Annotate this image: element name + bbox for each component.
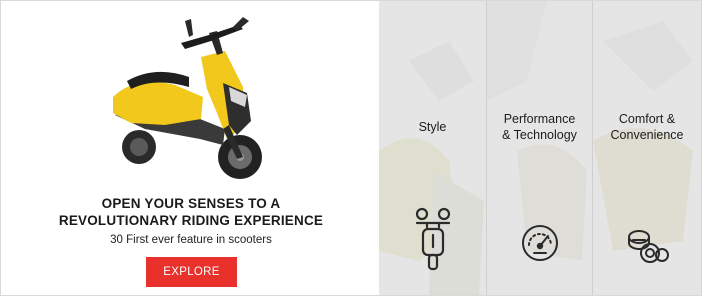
feature-performance-title: Performance & Technology <box>487 111 592 143</box>
feature-columns: Style Performance & Technology Comfort &… <box>379 1 701 295</box>
speedometer-icon <box>521 225 558 261</box>
feature-performance-title-line2: & Technology <box>502 128 577 142</box>
explore-button[interactable]: EXPLORE <box>146 257 237 287</box>
feature-style[interactable]: Style <box>379 1 486 295</box>
promo-panel: OPEN YOUR SENSES TO A REVOLUTIONARY RIDI… <box>1 1 379 295</box>
feature-performance-title-line1: Performance <box>503 112 576 126</box>
feature-comfort-title-line2: Convenience <box>610 128 684 142</box>
feature-comfort-title: Comfort & Convenience <box>593 111 701 143</box>
feature-comfort-title-line1: Comfort & <box>618 112 676 126</box>
feature-style-title-line1: Style <box>418 120 447 134</box>
promo-headline-line1: OPEN YOUR SENSES TO A <box>101 196 281 211</box>
scooter-front-icon <box>415 207 450 271</box>
scooter-image <box>113 17 262 179</box>
feature-style-title: Style <box>379 119 486 135</box>
feature-performance-technology[interactable]: Performance & Technology <box>487 1 592 295</box>
bearing-icon <box>628 230 669 263</box>
feature-banner: OPEN YOUR SENSES TO A REVOLUTIONARY RIDI… <box>0 0 702 296</box>
promo-subline: 30 First ever feature in scooters <box>110 234 272 246</box>
feature-comfort-convenience[interactable]: Comfort & Convenience <box>593 1 701 295</box>
promo-headline-line2: REVOLUTIONARY RIDING EXPERIENCE <box>58 213 324 228</box>
promo-headline: OPEN YOUR SENSES TO A REVOLUTIONARY RIDI… <box>41 195 341 229</box>
